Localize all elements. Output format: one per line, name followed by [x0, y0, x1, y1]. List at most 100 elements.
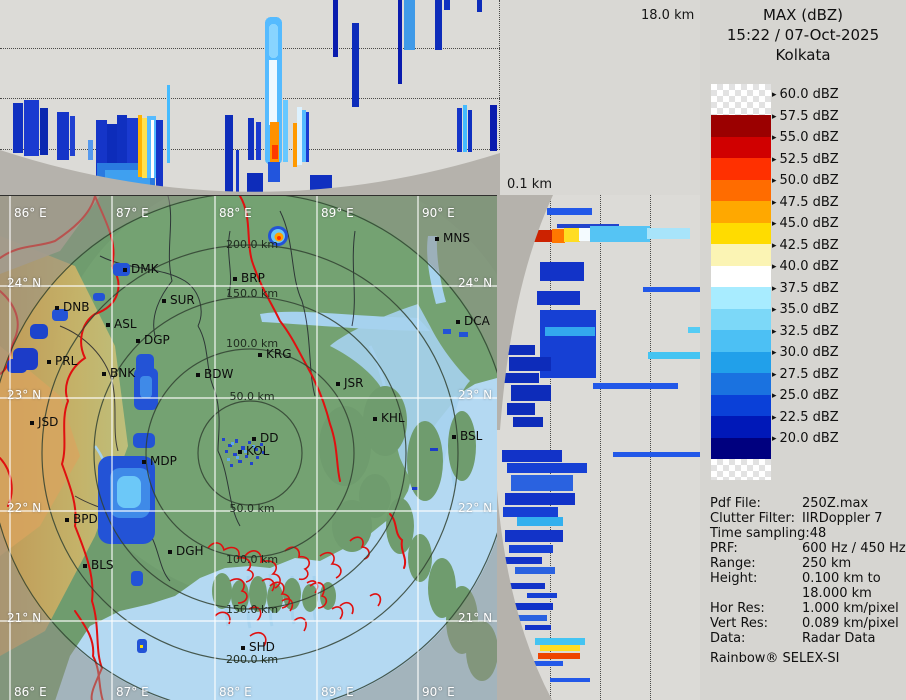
city-marker-dot — [452, 435, 456, 439]
legend-entry-label: 22.5 dBZ — [779, 409, 839, 425]
latitude-label: 24° N — [458, 276, 493, 290]
city-marker-dot — [196, 373, 200, 377]
city-marker-dot — [435, 237, 439, 241]
map-panel: 86° E 86° E 87° E 87° E 88° E 88° E 89° E 89° E… — [0, 195, 497, 700]
product-metadata: Pdf File: 250Z.max Clutter Filter: IIRDoppl… — [710, 496, 906, 666]
legend-tick-arrow: ▸ — [772, 133, 777, 143]
station-name: Kolkata — [775, 46, 831, 64]
metadata-value: 48 — [809, 526, 827, 541]
longitude-label: 86° E — [14, 206, 47, 220]
legend-entry: ▸ 37.5 dBZ — [772, 281, 839, 296]
min-height-label: 0.1 km — [507, 177, 552, 192]
city-label: PRL — [55, 354, 78, 368]
city-marker-dot — [241, 646, 245, 650]
legend-tick-arrow: ▸ — [772, 412, 777, 423]
legend-entry: ▸ 45.0 dBZ — [772, 216, 839, 231]
legend-band — [711, 437, 771, 459]
city-marker-dot — [373, 417, 377, 421]
legend-tick-arrow: ▸ — [772, 154, 777, 165]
city-label: JSR — [344, 376, 364, 390]
legend-entry-label: 47.5 dBZ — [779, 194, 839, 210]
longitude-label: 87° E — [116, 206, 149, 220]
longitude-label: 90° E — [422, 685, 455, 699]
longitude-label: 88° E — [219, 685, 252, 699]
city-marker-dot — [106, 323, 110, 327]
metadata-value: Radar Data — [802, 631, 876, 646]
city-marker-dot — [233, 277, 237, 281]
metadata-label: Hor Res: — [710, 601, 765, 616]
legend-entry-label: 25.0 dBZ — [779, 388, 839, 403]
legend-entry: ▸ 55.0 dBZ — [772, 130, 839, 145]
metadata-label: Pdf File: — [710, 496, 761, 511]
range-ring-label: 200.0 km — [225, 653, 279, 666]
longitude-label: 89° E — [321, 685, 354, 699]
city-label: DNB — [63, 300, 90, 314]
city-label: MNS — [443, 231, 470, 245]
city-marker-dot — [55, 306, 59, 310]
metadata-row: Pdf File: 250Z.max — [710, 496, 906, 511]
latitude-label: 22° N — [458, 501, 493, 515]
city-marker-dot — [238, 450, 242, 454]
metadata-value: IIRDoppler 7 — [802, 511, 883, 526]
city-label: DGH — [176, 544, 204, 558]
city-label: BRP — [241, 271, 265, 285]
city-marker-dot — [258, 353, 262, 357]
metadata-row: PRF: 600 Hz / 450 Hz — [710, 541, 906, 556]
legend-entry-label: 35.0 dBZ — [779, 302, 839, 317]
legend-tick-arrow: ▸ — [772, 305, 777, 315]
city-marker-dot — [252, 437, 256, 441]
legend-tick-arrow: ▸ — [772, 197, 777, 208]
legend-entry: ▸ 60.0 dBZ — [772, 87, 839, 102]
city-marker-dot — [456, 320, 460, 324]
city-label: DGP — [144, 333, 170, 347]
city-label: JSD — [38, 415, 59, 429]
legend-entry: ▸ 25.0 dBZ — [772, 388, 839, 403]
metadata-row: Height: 0.100 km to — [710, 571, 906, 586]
range-ring-label: 50.0 km — [229, 390, 275, 403]
legend-tick-arrow: ▸ — [772, 90, 777, 100]
city-label: BDW — [204, 367, 234, 381]
legend-entry-label: 30.0 dBZ — [779, 345, 839, 360]
legend-entry: ▸ 40.0 dBZ — [772, 259, 839, 274]
longitude-label: 86° E — [14, 685, 47, 699]
metadata-label: PRF: — [710, 541, 738, 556]
metadata-value: 0.100 km to — [802, 571, 881, 586]
city-marker-dot — [142, 460, 146, 464]
longitude-label: 90° E — [422, 206, 455, 220]
legend-band — [711, 136, 771, 158]
radar-display-window: 86° E 86° E 87° E 87° E 88° E 88° E 89° E 89° E… — [0, 0, 906, 700]
legend-band-transparent-top — [711, 84, 771, 115]
metadata-label: Clutter Filter: — [710, 511, 795, 526]
legend-band — [711, 158, 771, 180]
metadata-value: 600 Hz / 450 Hz — [802, 541, 906, 556]
city-label: DMK — [131, 262, 159, 276]
legend-entry: ▸ 42.5 dBZ — [772, 238, 839, 253]
metadata-row: Range: 250 km — [710, 556, 906, 571]
software-brand: Rainbow® SELEX-SI — [710, 651, 840, 666]
legend-entry: ▸ 27.5 dBZ — [772, 367, 839, 382]
side-cross-section-graphic — [497, 195, 705, 700]
legend-band — [711, 351, 771, 373]
metadata-value: 1.000 km/pixel — [802, 601, 899, 616]
legend-band — [711, 115, 771, 137]
legend-entry-label: 32.5 dBZ — [779, 323, 839, 339]
latitude-label: 23° N — [7, 388, 42, 402]
range-ring-label: 150.0 km — [225, 287, 279, 300]
legend-band — [711, 308, 771, 330]
legend-band — [711, 244, 771, 266]
city-marker-dot — [336, 382, 340, 386]
legend-entry-label: 57.5 dBZ — [779, 108, 839, 124]
legend-entry: ▸ 35.0 dBZ — [772, 302, 839, 317]
legend-entry-label: 42.5 dBZ — [779, 237, 839, 253]
metadata-value: 0.089 km/pixel — [802, 616, 899, 631]
city-label: SHD — [249, 640, 275, 654]
legend-band — [711, 201, 771, 223]
legend-band — [711, 179, 771, 201]
city-label: KOL — [246, 444, 270, 458]
legend-entry: ▸ 22.5 dBZ — [772, 410, 839, 425]
legend-tick-arrow: ▸ — [772, 326, 777, 337]
legend-tick-arrow: ▸ — [772, 240, 777, 251]
metadata-label: Height: — [710, 571, 758, 586]
city-marker-dot — [102, 372, 106, 376]
legend-entry-label: 27.5 dBZ — [779, 366, 839, 382]
